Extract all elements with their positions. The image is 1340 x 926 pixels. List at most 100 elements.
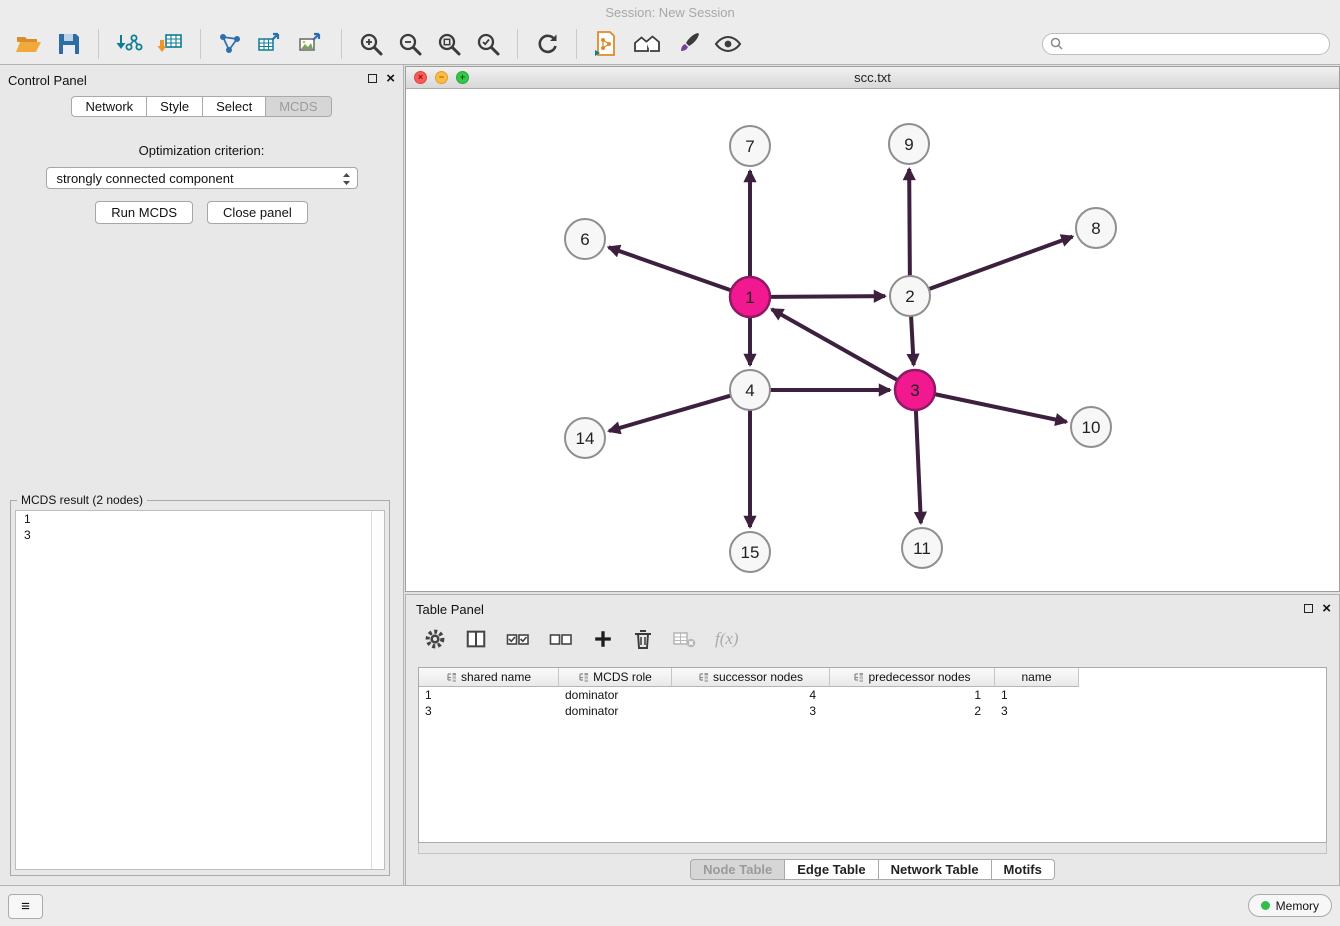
column-header[interactable]: predecessor nodes: [830, 668, 995, 687]
show-columns-button[interactable]: [465, 628, 487, 650]
table-mode-button[interactable]: [424, 628, 446, 650]
zoom-in-button[interactable]: [353, 29, 389, 59]
column-header[interactable]: successor nodes: [672, 668, 830, 687]
node-7[interactable]: 7: [730, 126, 770, 166]
select-all-rows-button[interactable]: [506, 628, 530, 650]
table-horizontal-scrollbar[interactable]: [418, 843, 1327, 854]
column-header[interactable]: MCDS role: [559, 668, 672, 687]
edge-4-14[interactable]: [609, 396, 731, 431]
main-toolbar: [0, 24, 1340, 65]
list-scrollbar[interactable]: [371, 511, 384, 869]
optimization-criterion-select[interactable]: strongly connected component: [46, 167, 358, 189]
zoom-selected-button[interactable]: [470, 29, 506, 59]
tab-network[interactable]: Network: [71, 96, 147, 117]
zoom-fit-button[interactable]: [431, 29, 467, 59]
show-graphics-details-button[interactable]: [709, 29, 747, 59]
zoom-out-button[interactable]: [392, 29, 428, 59]
node-6[interactable]: 6: [565, 219, 605, 259]
float-table-panel-button[interactable]: [1304, 604, 1313, 613]
save-session-button[interactable]: [51, 29, 87, 59]
edge-2-3[interactable]: [911, 316, 914, 365]
node-10[interactable]: 10: [1071, 407, 1111, 447]
float-panel-button[interactable]: [368, 74, 377, 83]
search-input[interactable]: [1042, 33, 1330, 55]
edge-2-9[interactable]: [909, 169, 910, 276]
fx-icon: f(x): [715, 629, 739, 649]
minimize-window-button[interactable]: −: [435, 71, 448, 84]
cell-name[interactable]: 3: [995, 703, 1079, 719]
function-builder-button[interactable]: f(x): [715, 629, 739, 649]
node-9[interactable]: 9: [889, 124, 929, 164]
node-1[interactable]: 1: [730, 277, 770, 317]
edge-3-1[interactable]: [772, 309, 898, 380]
tab-mcds[interactable]: MCDS: [266, 96, 331, 117]
cell-successor-nodes[interactable]: 3: [672, 703, 830, 719]
cell-predecessor-nodes[interactable]: 1: [830, 687, 995, 703]
import-network-button[interactable]: [110, 29, 148, 59]
new-network-from-selection-button[interactable]: [212, 29, 248, 59]
node-15[interactable]: 15: [730, 532, 770, 572]
close-table-panel-button[interactable]: ×: [1322, 603, 1331, 614]
run-mcds-button[interactable]: Run MCDS: [95, 201, 193, 224]
node-2[interactable]: 2: [890, 276, 930, 316]
list-item[interactable]: 1: [16, 511, 384, 527]
list-item[interactable]: 3: [16, 527, 384, 543]
create-column-button[interactable]: [592, 628, 614, 650]
export-image-button[interactable]: [292, 29, 330, 59]
cell-shared-name[interactable]: 3: [419, 703, 559, 719]
column-header[interactable]: shared name: [419, 668, 559, 687]
node-4[interactable]: 4: [730, 370, 770, 410]
edge-2-8[interactable]: [929, 237, 1073, 290]
edge-3-10[interactable]: [935, 394, 1067, 422]
table-row[interactable]: 1 dominator 4 1 1: [419, 687, 1326, 703]
node-8[interactable]: 8: [1076, 208, 1116, 248]
cell-name[interactable]: 1: [995, 687, 1079, 703]
task-history-button[interactable]: ≡: [8, 894, 43, 919]
edge-1-6[interactable]: [609, 247, 732, 290]
toolbar-separator: [341, 29, 342, 59]
search-icon: [1050, 37, 1063, 55]
cell-successor-nodes[interactable]: 4: [672, 687, 830, 703]
cell-mcds-role[interactable]: dominator: [559, 703, 672, 719]
window-title: Session: New Session: [0, 0, 1340, 24]
tab-style[interactable]: Style: [147, 96, 203, 117]
network-file-button[interactable]: [588, 28, 624, 60]
table-row[interactable]: 3 dominator 3 2 3: [419, 703, 1326, 719]
node-14[interactable]: 14: [565, 418, 605, 458]
close-panel-button-bottom[interactable]: Close panel: [207, 201, 308, 224]
refresh-layout-button[interactable]: [529, 29, 565, 59]
tab-select[interactable]: Select: [203, 96, 266, 117]
tab-motifs[interactable]: Motifs: [992, 859, 1055, 880]
maximize-window-button[interactable]: +: [456, 71, 469, 84]
delete-rows-button[interactable]: [633, 628, 653, 650]
close-panel-button[interactable]: ×: [386, 73, 395, 84]
apply-style-button[interactable]: [670, 29, 706, 59]
node-label: 10: [1082, 418, 1101, 437]
import-table-button[interactable]: [151, 29, 189, 59]
delete-columns-button[interactable]: [672, 628, 696, 650]
open-session-button[interactable]: [10, 29, 48, 59]
edge-3-11[interactable]: [916, 410, 921, 523]
mcds-result-list[interactable]: 1 3: [15, 510, 385, 870]
network-graph[interactable]: 1 2 3 4 6 7 8 9 10 11 14 15: [406, 88, 1339, 591]
cell-shared-name[interactable]: 1: [419, 687, 559, 703]
memory-button[interactable]: Memory: [1248, 894, 1332, 917]
home-button[interactable]: [627, 29, 667, 59]
tab-node-table[interactable]: Node Table: [690, 859, 785, 880]
import-table-icon: [156, 31, 184, 57]
tab-edge-table[interactable]: Edge Table: [785, 859, 878, 880]
deselect-all-rows-button[interactable]: [549, 628, 573, 650]
node-11[interactable]: 11: [902, 528, 942, 568]
export-table-icon: [256, 31, 284, 57]
node-label: 14: [576, 429, 595, 448]
table-toolbar: f(x): [406, 621, 1339, 657]
network-canvas[interactable]: 1 2 3 4 6 7 8 9 10 11 14 15: [406, 88, 1339, 591]
node-3[interactable]: 3: [895, 370, 935, 410]
cell-mcds-role[interactable]: dominator: [559, 687, 672, 703]
edge-1-2[interactable]: [770, 296, 885, 297]
close-window-button[interactable]: ×: [414, 71, 427, 84]
tab-network-table[interactable]: Network Table: [879, 859, 992, 880]
cell-predecessor-nodes[interactable]: 2: [830, 703, 995, 719]
column-header[interactable]: name: [995, 668, 1079, 687]
export-table-button[interactable]: [251, 29, 289, 59]
